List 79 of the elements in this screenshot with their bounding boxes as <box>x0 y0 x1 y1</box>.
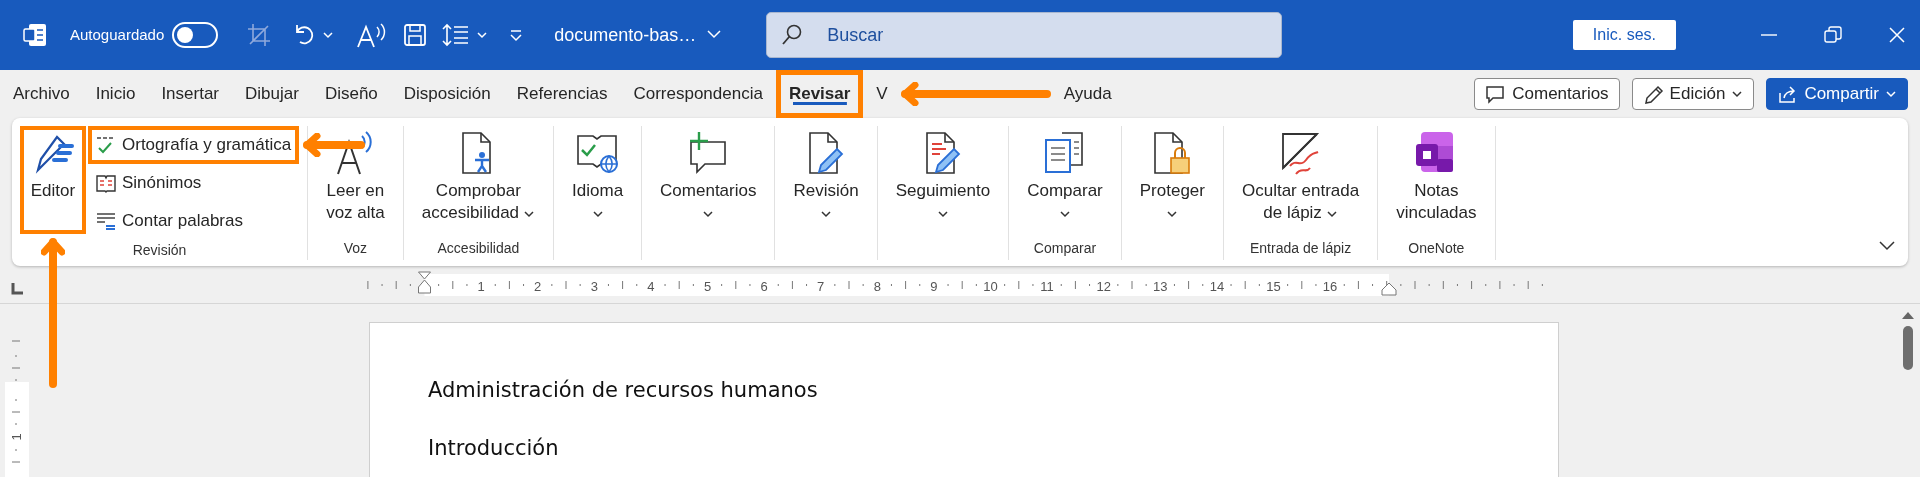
first-line-indent-marker[interactable] <box>418 271 431 294</box>
right-indent-marker[interactable] <box>1381 282 1397 296</box>
ruler-number: 12 <box>1096 279 1111 294</box>
comments-button[interactable]: Comentarios <box>1474 78 1620 110</box>
ruler-number: 3 <box>590 279 598 294</box>
ruler-number: 15 <box>1266 279 1281 294</box>
restore-icon[interactable] <box>1822 24 1844 46</box>
ribbon-button[interactable]: Seguimiento <box>885 126 1001 234</box>
autosave-toggle[interactable] <box>172 22 219 48</box>
group-label: Accesibilidad <box>436 239 521 258</box>
tab-stop-selector-icon[interactable] <box>10 280 26 296</box>
ruler-number: 6 <box>760 279 768 294</box>
ribbon-button[interactable]: Idioma <box>562 126 634 234</box>
group-label: OneNote <box>1407 239 1466 258</box>
ribbon-button[interactable]: Revisión <box>783 126 869 234</box>
group-label: Revisión <box>131 241 188 260</box>
ribbon-button[interactable]: Comparar <box>1017 126 1113 234</box>
ribbon-tab[interactable]: Inicio <box>82 70 149 118</box>
ribbon-button[interactable]: Ocultar entrada de lápiz <box>1232 126 1370 234</box>
ruler-number: 5 <box>703 279 712 294</box>
customize-toolbar-icon[interactable] <box>508 27 525 43</box>
ruler-number: 1 <box>477 279 485 294</box>
ruler-number: 7 <box>817 279 825 294</box>
caret-icon <box>1731 88 1744 100</box>
caret-icon[interactable] <box>476 29 489 41</box>
crop-icon[interactable] <box>246 22 273 48</box>
ruler-number: 14 <box>1209 279 1225 294</box>
ribbon-button[interactable]: Leer en voz alta <box>316 126 395 234</box>
ruler-number: 11 <box>1040 279 1054 294</box>
ribbon-tab[interactable]: Ayuda <box>1050 70 1125 118</box>
caret-icon[interactable] <box>322 29 335 41</box>
ribbon-button[interactable]: Comprobar accesibilidad <box>411 126 546 234</box>
ruler-number: 8 <box>873 279 881 294</box>
word-app-icon[interactable] <box>22 22 48 48</box>
share-button[interactable]: Compartir <box>1766 78 1908 110</box>
ribbon-button[interactable]: Contar palabras <box>88 202 300 240</box>
ribbon-tab[interactable]: Revisar <box>775 70 864 118</box>
ribbon-tab[interactable]: Dibujar <box>232 70 312 118</box>
pencil-icon <box>1642 83 1664 105</box>
ribbon-tab[interactable]: Insertar <box>148 70 232 118</box>
group-label: Voz <box>342 239 369 258</box>
ruler-number: 13 <box>1153 279 1168 294</box>
ribbon-button[interactable]: Editor <box>20 126 86 234</box>
ruler-number: 4 <box>647 279 655 294</box>
ruler-number: 2 <box>534 279 542 294</box>
comment-icon <box>1485 83 1507 105</box>
save-icon[interactable] <box>402 22 429 48</box>
ribbon-tab[interactable]: Archivo <box>0 70 83 118</box>
spelling-check-icon <box>96 135 116 155</box>
scrollbar-thumb[interactable] <box>1903 326 1913 370</box>
ribbon-tab[interactable]: V <box>863 70 901 118</box>
ruler-number: 1 <box>9 433 24 441</box>
ruler-number: 16 <box>1322 279 1338 294</box>
word-count-icon <box>96 211 116 231</box>
autosave-label: Autoguardado <box>70 24 165 45</box>
ribbon-button[interactable]: Notas vinculadas <box>1386 126 1487 234</box>
ruler-number: 9 <box>930 279 938 294</box>
ribbon-tab[interactable]: Correspondencia <box>620 70 776 118</box>
group-label: Entrada de lápiz <box>1249 239 1353 258</box>
document-name[interactable]: documento-bas… <box>554 21 697 49</box>
document-paragraph: Introducción <box>428 434 560 462</box>
group-label: Comparar <box>1032 239 1098 258</box>
ribbon-tab[interactable]: Referencias <box>503 70 621 118</box>
sign-in-button[interactable]: Inic. ses. <box>1572 20 1676 50</box>
ribbon-tab[interactable]: Disposición <box>390 70 504 118</box>
line-spacing-icon[interactable] <box>442 22 471 48</box>
ribbon-button[interactable]: Sinónimos <box>88 164 300 202</box>
ribbon-button[interactable]: Proteger <box>1129 126 1215 234</box>
document-paragraph: Administración de recursos humanos <box>428 377 819 404</box>
scroll-up-icon[interactable] <box>1901 310 1915 320</box>
thesaurus-book-icon <box>96 173 116 193</box>
caret-icon <box>1885 88 1897 100</box>
ruler-number: 10 <box>983 279 998 294</box>
editing-mode-button[interactable]: Edición <box>1631 78 1755 110</box>
ribbon-button[interactable]: Comentarios <box>650 126 767 234</box>
ribbon-tab[interactable]: Diseño <box>311 70 391 118</box>
search-field[interactable]: Buscar <box>766 12 1283 58</box>
read-aloud-icon[interactable] <box>356 21 387 49</box>
ribbon-button[interactable]: Ortografía y gramática <box>88 126 300 164</box>
